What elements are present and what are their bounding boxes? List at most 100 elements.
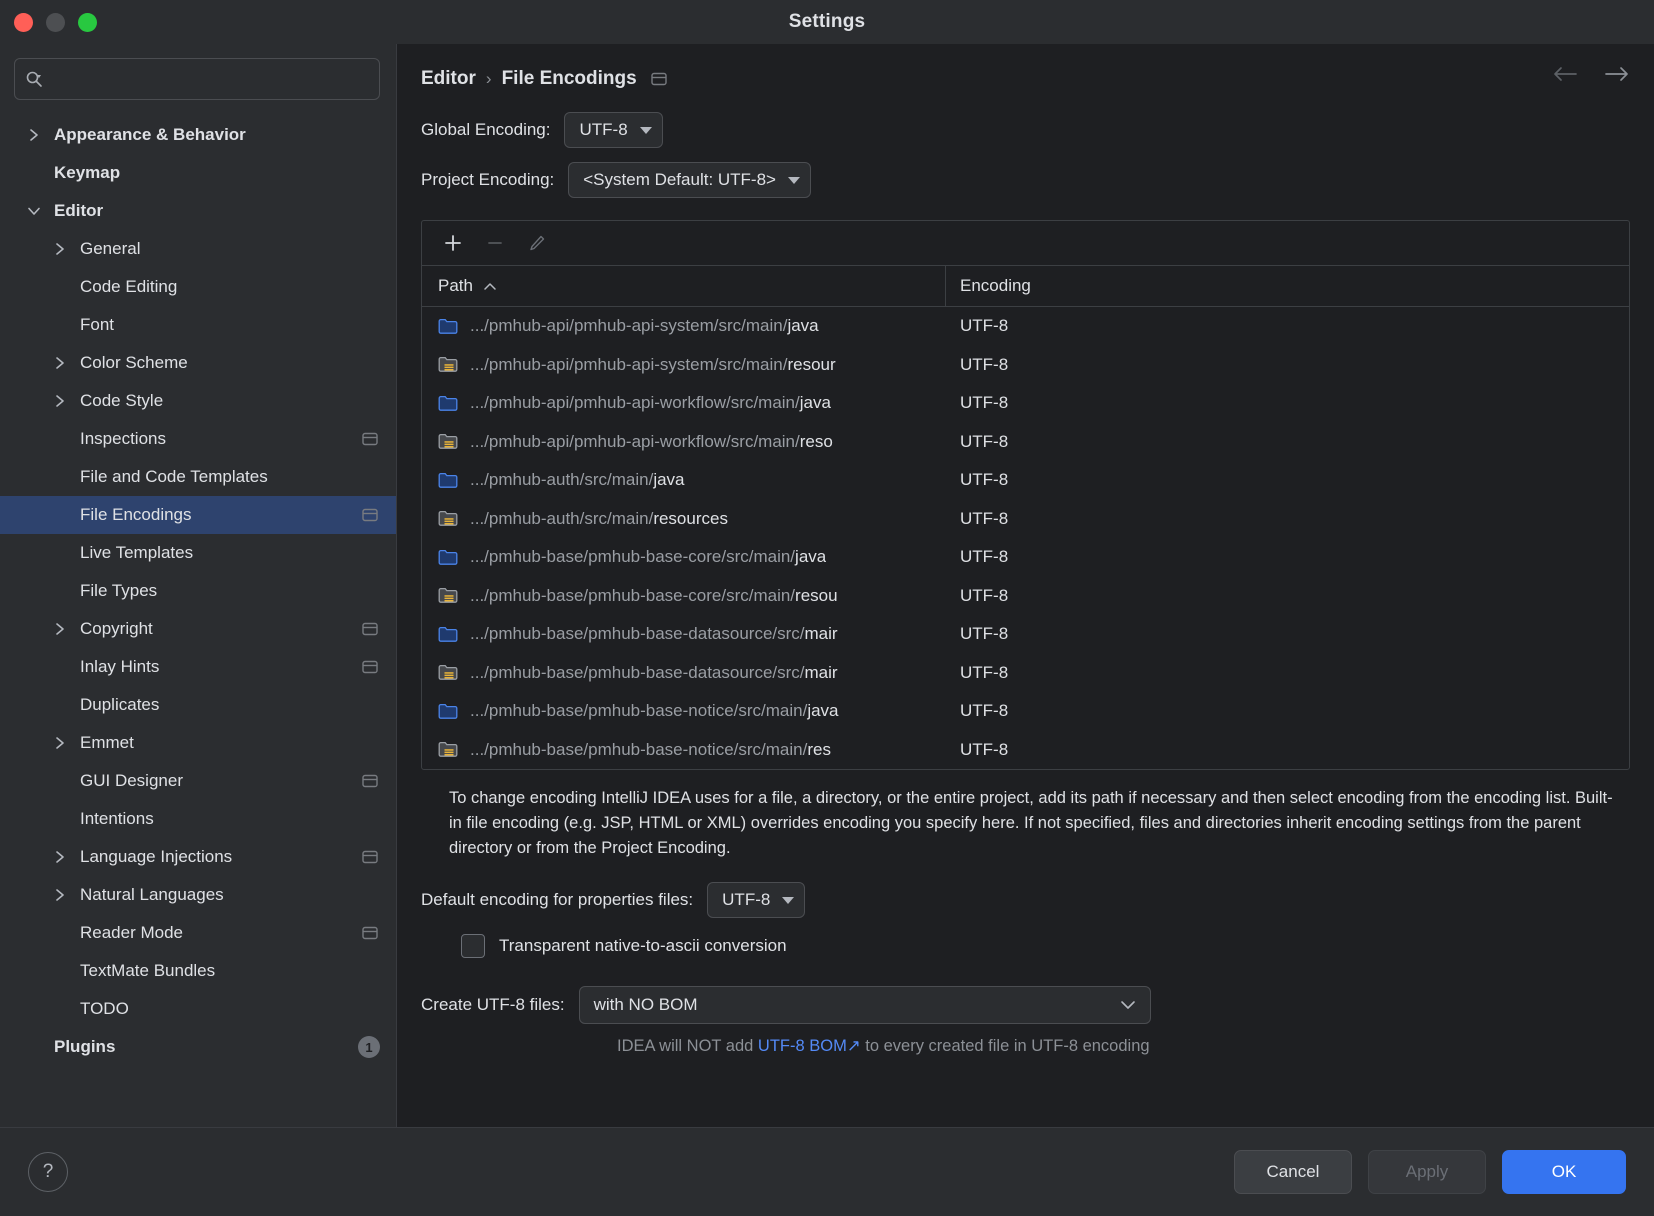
maximize-window-button[interactable] <box>78 13 97 32</box>
sidebar-item-label: File and Code Templates <box>80 467 268 486</box>
minimize-window-button[interactable] <box>46 13 65 32</box>
settings-window: Settings Appearance & Behavior Keymap Edit <box>0 0 1654 1216</box>
close-window-button[interactable] <box>14 13 33 32</box>
table-row[interactable]: .../pmhub-base/pmhub-base-notice/src/mai… <box>422 692 1629 731</box>
edit-path-button[interactable] <box>524 230 550 256</box>
sidebar-item-textmate-bundles[interactable]: TextMate Bundles <box>0 952 396 990</box>
sidebar-item-live-templates[interactable]: Live Templates <box>0 534 396 572</box>
sidebar-item-general[interactable]: General <box>0 230 396 268</box>
sidebar-item-code-style[interactable]: Code Style <box>0 382 396 420</box>
sidebar-item-natural-languages[interactable]: Natural Languages <box>0 876 396 914</box>
utf8-bom-link[interactable]: UTF-8 BOM <box>758 1037 847 1055</box>
encoding-cell[interactable]: UTF-8 <box>946 393 1008 413</box>
chevron-right-icon[interactable] <box>51 392 69 410</box>
chevron-right-icon[interactable] <box>51 354 69 372</box>
encoding-cell[interactable]: UTF-8 <box>946 586 1008 606</box>
default-properties-encoding-dropdown[interactable]: UTF-8 <box>707 882 806 919</box>
encoding-cell[interactable]: UTF-8 <box>946 316 1008 336</box>
table-row[interactable]: .../pmhub-auth/src/main/java UTF-8 <box>422 461 1629 500</box>
encoding-cell[interactable]: UTF-8 <box>946 432 1008 452</box>
default-properties-encoding-value: UTF-8 <box>722 890 771 910</box>
chevron-down-icon <box>1120 997 1136 1014</box>
table-row[interactable]: .../pmhub-auth/src/main/resources UTF-8 <box>422 500 1629 539</box>
path-leaf-name: reso <box>799 431 833 451</box>
sidebar-item-todo[interactable]: TODO <box>0 990 396 1028</box>
settings-tree[interactable]: Appearance & Behavior Keymap Editor General… <box>0 110 396 1127</box>
search-input[interactable] <box>49 69 369 89</box>
path-leaf-name: res <box>807 739 831 759</box>
sidebar-item-inlay-hints[interactable]: Inlay Hints <box>0 648 396 686</box>
column-header-encoding[interactable]: Encoding <box>946 276 1031 296</box>
sidebar-item-file-encodings[interactable]: File Encodings <box>0 496 396 534</box>
forward-arrow-icon[interactable] <box>1604 66 1630 87</box>
create-utf8-files-value: with NO BOM <box>593 995 698 1015</box>
sidebar-item-gui-designer[interactable]: GUI Designer <box>0 762 396 800</box>
sidebar-item-copyright[interactable]: Copyright <box>0 610 396 648</box>
chevron-right-icon[interactable] <box>25 126 43 144</box>
encoding-cell[interactable]: UTF-8 <box>946 740 1008 760</box>
table-row[interactable]: .../pmhub-base/pmhub-base-datasource/src… <box>422 654 1629 693</box>
project-scope-icon <box>362 622 378 636</box>
cancel-button[interactable]: Cancel <box>1234 1150 1352 1194</box>
help-button[interactable]: ? <box>28 1152 68 1192</box>
encoding-cell[interactable]: UTF-8 <box>946 663 1008 683</box>
sidebar-item-language-injections[interactable]: Language Injections <box>0 838 396 876</box>
chevron-right-icon[interactable] <box>51 620 69 638</box>
ok-button[interactable]: OK <box>1502 1150 1626 1194</box>
global-encoding-dropdown[interactable]: UTF-8 <box>564 112 663 148</box>
chevron-right-icon[interactable] <box>51 240 69 258</box>
sidebar-item-code-editing[interactable]: Code Editing <box>0 268 396 306</box>
remove-path-button[interactable] <box>482 230 508 256</box>
sidebar-item-keymap[interactable]: Keymap <box>0 154 396 192</box>
transparent-conversion-checkbox[interactable] <box>461 934 485 959</box>
path-leaf-name: mair <box>804 662 838 682</box>
table-row[interactable]: .../pmhub-base/pmhub-base-notice/src/mai… <box>422 731 1629 770</box>
chevron-down-icon[interactable] <box>25 202 43 220</box>
project-scope-icon <box>362 432 378 446</box>
table-row[interactable]: .../pmhub-base/pmhub-base-core/src/main/… <box>422 577 1629 616</box>
folder-icon <box>438 549 458 566</box>
back-arrow-icon[interactable] <box>1552 66 1578 87</box>
sidebar-item-font[interactable]: Font <box>0 306 396 344</box>
chevron-right-icon[interactable] <box>51 734 69 752</box>
folder-icon <box>438 626 458 643</box>
chevron-right-icon[interactable] <box>51 848 69 866</box>
apply-button[interactable]: Apply <box>1368 1150 1486 1194</box>
encoding-cell[interactable]: UTF-8 <box>946 470 1008 490</box>
encoding-cell[interactable]: UTF-8 <box>946 547 1008 567</box>
sidebar-item-file-and-code-templates[interactable]: File and Code Templates <box>0 458 396 496</box>
sidebar-item-appearance-behavior[interactable]: Appearance & Behavior <box>0 116 396 154</box>
path-prefix: .../pmhub-api/pmhub-api-workflow/src/mai… <box>470 393 800 413</box>
search-box[interactable] <box>14 58 380 100</box>
column-header-path[interactable]: Path <box>422 266 946 306</box>
encoding-cell[interactable]: UTF-8 <box>946 624 1008 644</box>
encoding-cell[interactable]: UTF-8 <box>946 509 1008 529</box>
table-row[interactable]: .../pmhub-api/pmhub-api-system/src/main/… <box>422 307 1629 346</box>
path-cell: .../pmhub-api/pmhub-api-workflow/src/mai… <box>422 393 946 413</box>
sidebar-item-editor[interactable]: Editor <box>0 192 396 230</box>
path-text: .../pmhub-base/pmhub-base-datasource/src… <box>470 663 838 683</box>
table-row[interactable]: .../pmhub-api/pmhub-api-workflow/src/mai… <box>422 423 1629 462</box>
table-row[interactable]: .../pmhub-api/pmhub-api-workflow/src/mai… <box>422 384 1629 423</box>
sidebar-item-reader-mode[interactable]: Reader Mode <box>0 914 396 952</box>
table-row[interactable]: .../pmhub-api/pmhub-api-system/src/main/… <box>422 346 1629 385</box>
table-row[interactable]: .../pmhub-base/pmhub-base-datasource/src… <box>422 615 1629 654</box>
project-encoding-dropdown[interactable]: <System Default: UTF-8> <box>568 162 811 198</box>
encoding-cell[interactable]: UTF-8 <box>946 355 1008 375</box>
table-row[interactable]: .../pmhub-base/pmhub-base-core/src/main/… <box>422 538 1629 577</box>
sidebar-item-inspections[interactable]: Inspections <box>0 420 396 458</box>
sidebar-item-emmet[interactable]: Emmet <box>0 724 396 762</box>
sidebar-item-plugins[interactable]: Plugins 1 <box>0 1028 396 1066</box>
breadcrumb-parent[interactable]: Editor <box>421 68 476 90</box>
path-cell: .../pmhub-auth/src/main/resources <box>422 509 946 529</box>
sidebar-item-color-scheme[interactable]: Color Scheme <box>0 344 396 382</box>
chevron-right-icon[interactable] <box>51 886 69 904</box>
project-encoding-value: <System Default: UTF-8> <box>583 170 776 189</box>
encoding-cell[interactable]: UTF-8 <box>946 701 1008 721</box>
transparent-conversion-row[interactable]: Transparent native-to-ascii conversion <box>461 934 1630 959</box>
sidebar-item-duplicates[interactable]: Duplicates <box>0 686 396 724</box>
sidebar-item-intentions[interactable]: Intentions <box>0 800 396 838</box>
create-utf8-files-dropdown[interactable]: with NO BOM <box>578 986 1151 1025</box>
add-path-button[interactable] <box>440 230 466 256</box>
sidebar-item-file-types[interactable]: File Types <box>0 572 396 610</box>
